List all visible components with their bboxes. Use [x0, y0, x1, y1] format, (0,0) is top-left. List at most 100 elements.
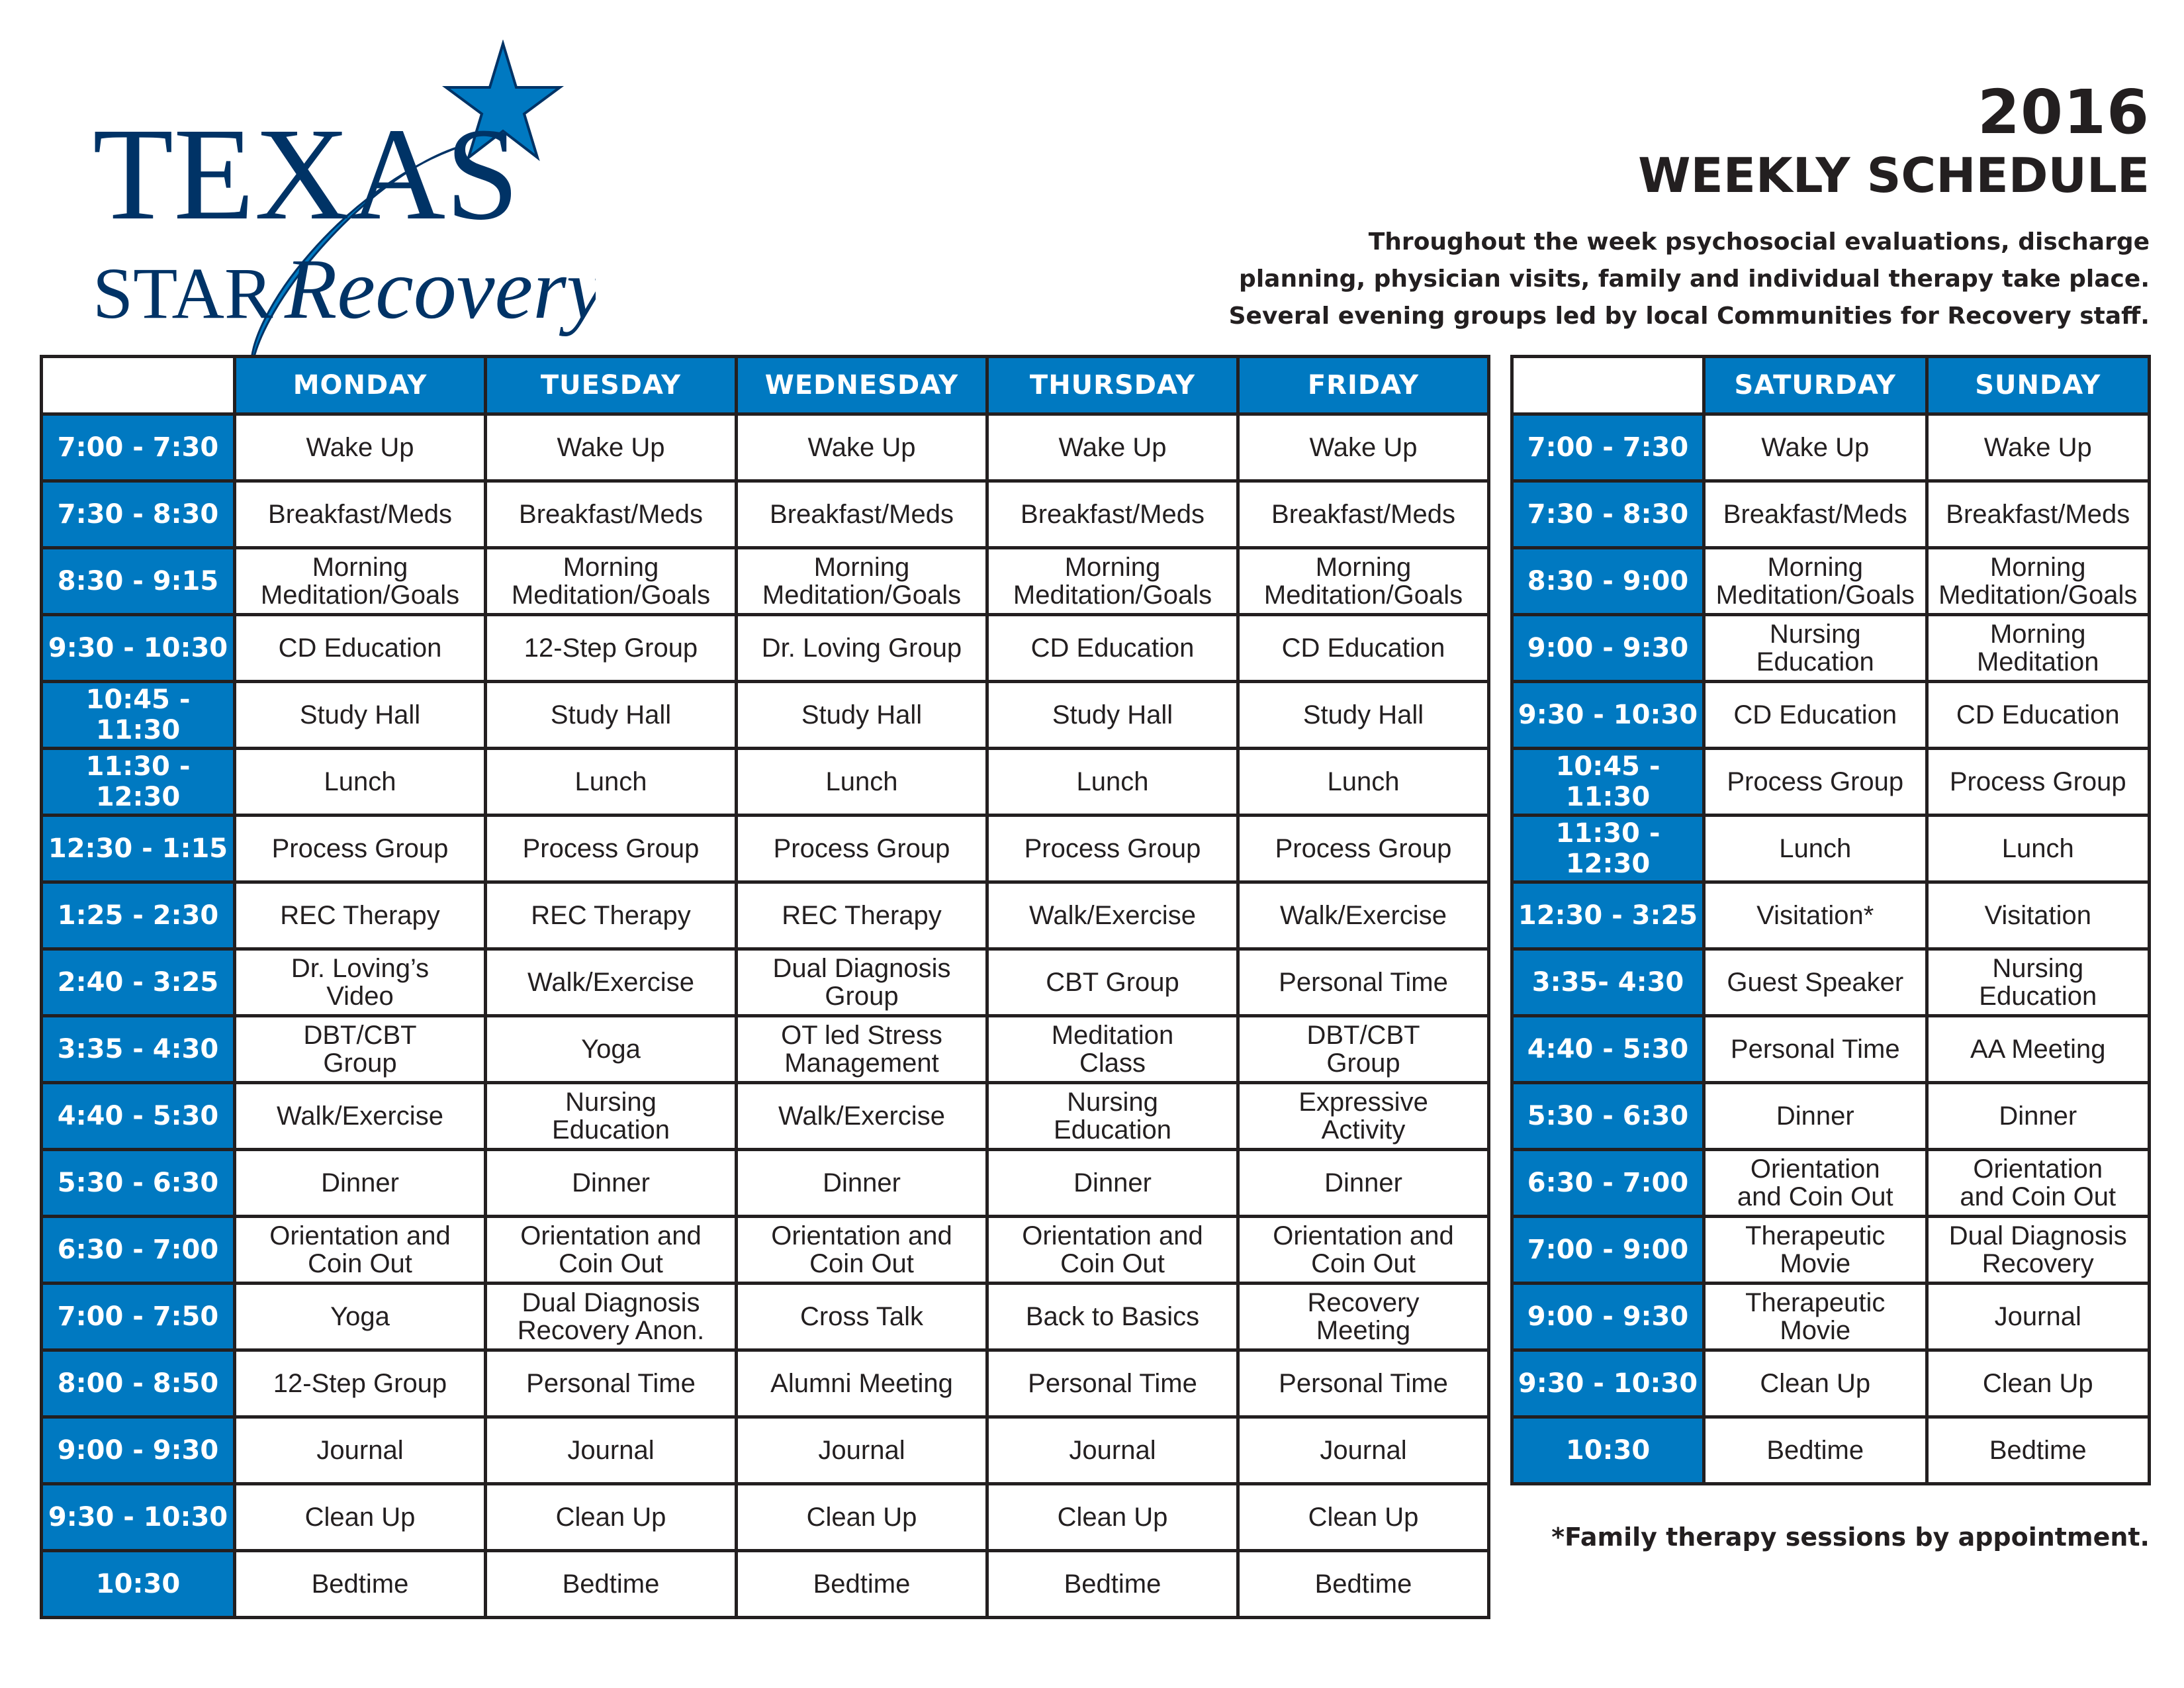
- activity-cell: CD Education: [1236, 613, 1490, 683]
- weekday-schedule-table: MONDAY TUESDAY WEDNESDAY THURSDAY FRIDAY 7:0…: [40, 355, 1490, 1619]
- activity-cell: Nursing Education: [1702, 613, 1929, 683]
- activity-cell: Yoga: [233, 1282, 487, 1352]
- time-slot: 10:30: [40, 1549, 236, 1619]
- header-row: SATURDAY SUNDAY: [1510, 355, 2151, 416]
- activity-cell: Wake Up: [1702, 412, 1929, 483]
- schedule-row: 11:30 - 12:30 Lunch Lunch Lunch Lunch Lunch: [40, 747, 1490, 817]
- activity-cell: Orientation and Coin Out: [1925, 1148, 2151, 1218]
- time-slot: 7:00 - 7:30: [40, 412, 236, 483]
- schedule-row: 8:30 - 9:15 Morning Meditation/Goals Morni…: [40, 546, 1490, 616]
- description-line: Several evening groups led by local Comm…: [1228, 303, 2150, 330]
- activity-cell: Yoga: [484, 1014, 738, 1084]
- activity-cell: Personal Time: [1236, 947, 1490, 1017]
- activity-cell: Breakfast/Meds: [735, 479, 989, 549]
- activity-cell: CD Education: [1925, 680, 2151, 750]
- logo-text-star: STAR: [93, 253, 273, 334]
- activity-cell: 12-Step Group: [484, 613, 738, 683]
- description-line: Throughout the week psychosocial evaluat…: [1368, 228, 2150, 256]
- activity-cell: Wake Up: [735, 412, 989, 483]
- activity-cell: Dr. Loving’s Video: [233, 947, 487, 1017]
- activity-cell: Morning Meditation/Goals: [985, 546, 1240, 616]
- activity-cell: Walk/Exercise: [1236, 880, 1490, 951]
- schedule-row: 7:00 - 7:30 Wake Up Wake Up: [1510, 412, 2151, 483]
- activity-cell: Study Hall: [735, 680, 989, 750]
- activity-cell: Bedtime: [484, 1549, 738, 1619]
- schedule-row: 12:30 - 1:15 Process Group Process Group Pr…: [40, 814, 1490, 884]
- time-slot: 9:00 - 9:30: [1510, 613, 1706, 683]
- activity-cell: Lunch: [1702, 814, 1929, 884]
- activity-cell: Guest Speaker: [1702, 947, 1929, 1017]
- time-slot: 11:30 - 12:30: [1510, 814, 1706, 884]
- activity-cell: Morning Meditation/Goals: [233, 546, 487, 616]
- activity-cell: Study Hall: [985, 680, 1240, 750]
- activity-cell: Personal Time: [985, 1348, 1240, 1419]
- activity-cell: Dual Diagnosis Recovery Anon.: [484, 1282, 738, 1352]
- activity-cell: Expressive Activity: [1236, 1081, 1490, 1151]
- activity-cell: Therapeutic Movie: [1702, 1282, 1929, 1352]
- activity-cell: Dinner: [1236, 1148, 1490, 1218]
- activity-cell: Bedtime: [1702, 1415, 1929, 1485]
- activity-cell: Lunch: [1236, 747, 1490, 817]
- time-slot: 7:00 - 9:00: [1510, 1215, 1706, 1285]
- time-slot: 9:30 - 10:30: [1510, 1348, 1706, 1419]
- activity-cell: Lunch: [985, 747, 1240, 817]
- activity-cell: Orientation and Coin Out: [985, 1215, 1240, 1285]
- activity-cell: Bedtime: [735, 1549, 989, 1619]
- activity-cell: Breakfast/Meds: [985, 479, 1240, 549]
- activity-cell: REC Therapy: [484, 880, 738, 951]
- time-slot: 5:30 - 6:30: [1510, 1081, 1706, 1151]
- activity-cell: Orientation and Coin Out: [735, 1215, 989, 1285]
- schedule-row: 4:40 - 5:30 Personal Time AA Meeting: [1510, 1014, 2151, 1084]
- footnote: *Family therapy sessions by appointment.: [1551, 1523, 2150, 1552]
- schedule-row: 6:30 - 7:00 Orientation and Coin Out Orien…: [40, 1215, 1490, 1285]
- activity-cell: Dual Diagnosis Group: [735, 947, 989, 1017]
- schedule-row: 8:00 - 8:50 12-Step Group Personal Time Alu…: [40, 1348, 1490, 1419]
- logo-graphic: TEXAS STAR Recovery: [93, 39, 605, 371]
- activity-cell: Journal: [484, 1415, 738, 1485]
- schedule-row: 10:45 - 11:30 Study Hall Study Hall Study H…: [40, 680, 1490, 750]
- activity-cell: Journal: [1925, 1282, 2151, 1352]
- schedule-row: 3:35- 4:30 Guest Speaker Nursing Education: [1510, 947, 2151, 1017]
- header-row: MONDAY TUESDAY WEDNESDAY THURSDAY FRIDAY: [40, 355, 1490, 416]
- activity-cell: Wake Up: [233, 412, 487, 483]
- activity-cell: Clean Up: [985, 1482, 1240, 1552]
- time-slot: 2:40 - 3:25: [40, 947, 236, 1017]
- activity-cell: Alumni Meeting: [735, 1348, 989, 1419]
- schedule-year: 2016: [1977, 77, 2150, 148]
- activity-cell: CBT Group: [985, 947, 1240, 1017]
- activity-cell: Back to Basics: [985, 1282, 1240, 1352]
- schedule-row: 12:30 - 3:25 Visitation* Visitation: [1510, 880, 2151, 951]
- schedule-row: 1:25 - 2:30 REC Therapy REC Therapy REC The…: [40, 880, 1490, 951]
- activity-cell: Morning Meditation/Goals: [1236, 546, 1490, 616]
- activity-cell: Process Group: [1925, 747, 2151, 817]
- schedule-row: 9:30 - 10:30 Clean Up Clean Up Clean Up Clea…: [40, 1482, 1490, 1552]
- schedule-row: 10:45 - 11:30 Process Group Process Group: [1510, 747, 2151, 817]
- activity-cell: Visitation: [1925, 880, 2151, 951]
- activity-cell: AA Meeting: [1925, 1014, 2151, 1084]
- schedule-row: 5:30 - 6:30 Dinner Dinner Dinner Dinner Dinne…: [40, 1148, 1490, 1218]
- activity-cell: Process Group: [233, 814, 487, 884]
- activity-cell: Clean Up: [484, 1482, 738, 1552]
- corner-cell: [1510, 355, 1706, 416]
- corner-cell: [40, 355, 236, 416]
- activity-cell: Wake Up: [1925, 412, 2151, 483]
- schedule-row: 10:30 Bedtime Bedtime Bedtime Bedtime Bedtime: [40, 1549, 1490, 1619]
- activity-cell: CD Education: [985, 613, 1240, 683]
- time-slot: 12:30 - 1:15: [40, 814, 236, 884]
- time-slot: 7:00 - 7:30: [1510, 412, 1706, 483]
- schedule-row: 9:30 - 10:30 Clean Up Clean Up: [1510, 1348, 2151, 1419]
- schedule-row: 9:30 - 10:30 CD Education CD Education: [1510, 680, 2151, 750]
- activity-cell: Dinner: [1925, 1081, 2151, 1151]
- activity-cell: OT led Stress Management: [735, 1014, 989, 1084]
- time-slot: 9:30 - 10:30: [1510, 680, 1706, 750]
- activity-cell: Dinner: [233, 1148, 487, 1218]
- activity-cell: Wake Up: [484, 412, 738, 483]
- activity-cell: Process Group: [1236, 814, 1490, 884]
- activity-cell: Dinner: [985, 1148, 1240, 1218]
- schedule-row: 7:00 - 7:50 Yoga Dual Diagnosis Recovery A…: [40, 1282, 1490, 1352]
- time-slot: 10:45 - 11:30: [40, 680, 236, 750]
- activity-cell: Recovery Meeting: [1236, 1282, 1490, 1352]
- activity-cell: Study Hall: [233, 680, 487, 750]
- activity-cell: Journal: [233, 1415, 487, 1485]
- schedule-row: 7:00 - 7:30 Wake Up Wake Up Wake Up Wake Up W…: [40, 412, 1490, 483]
